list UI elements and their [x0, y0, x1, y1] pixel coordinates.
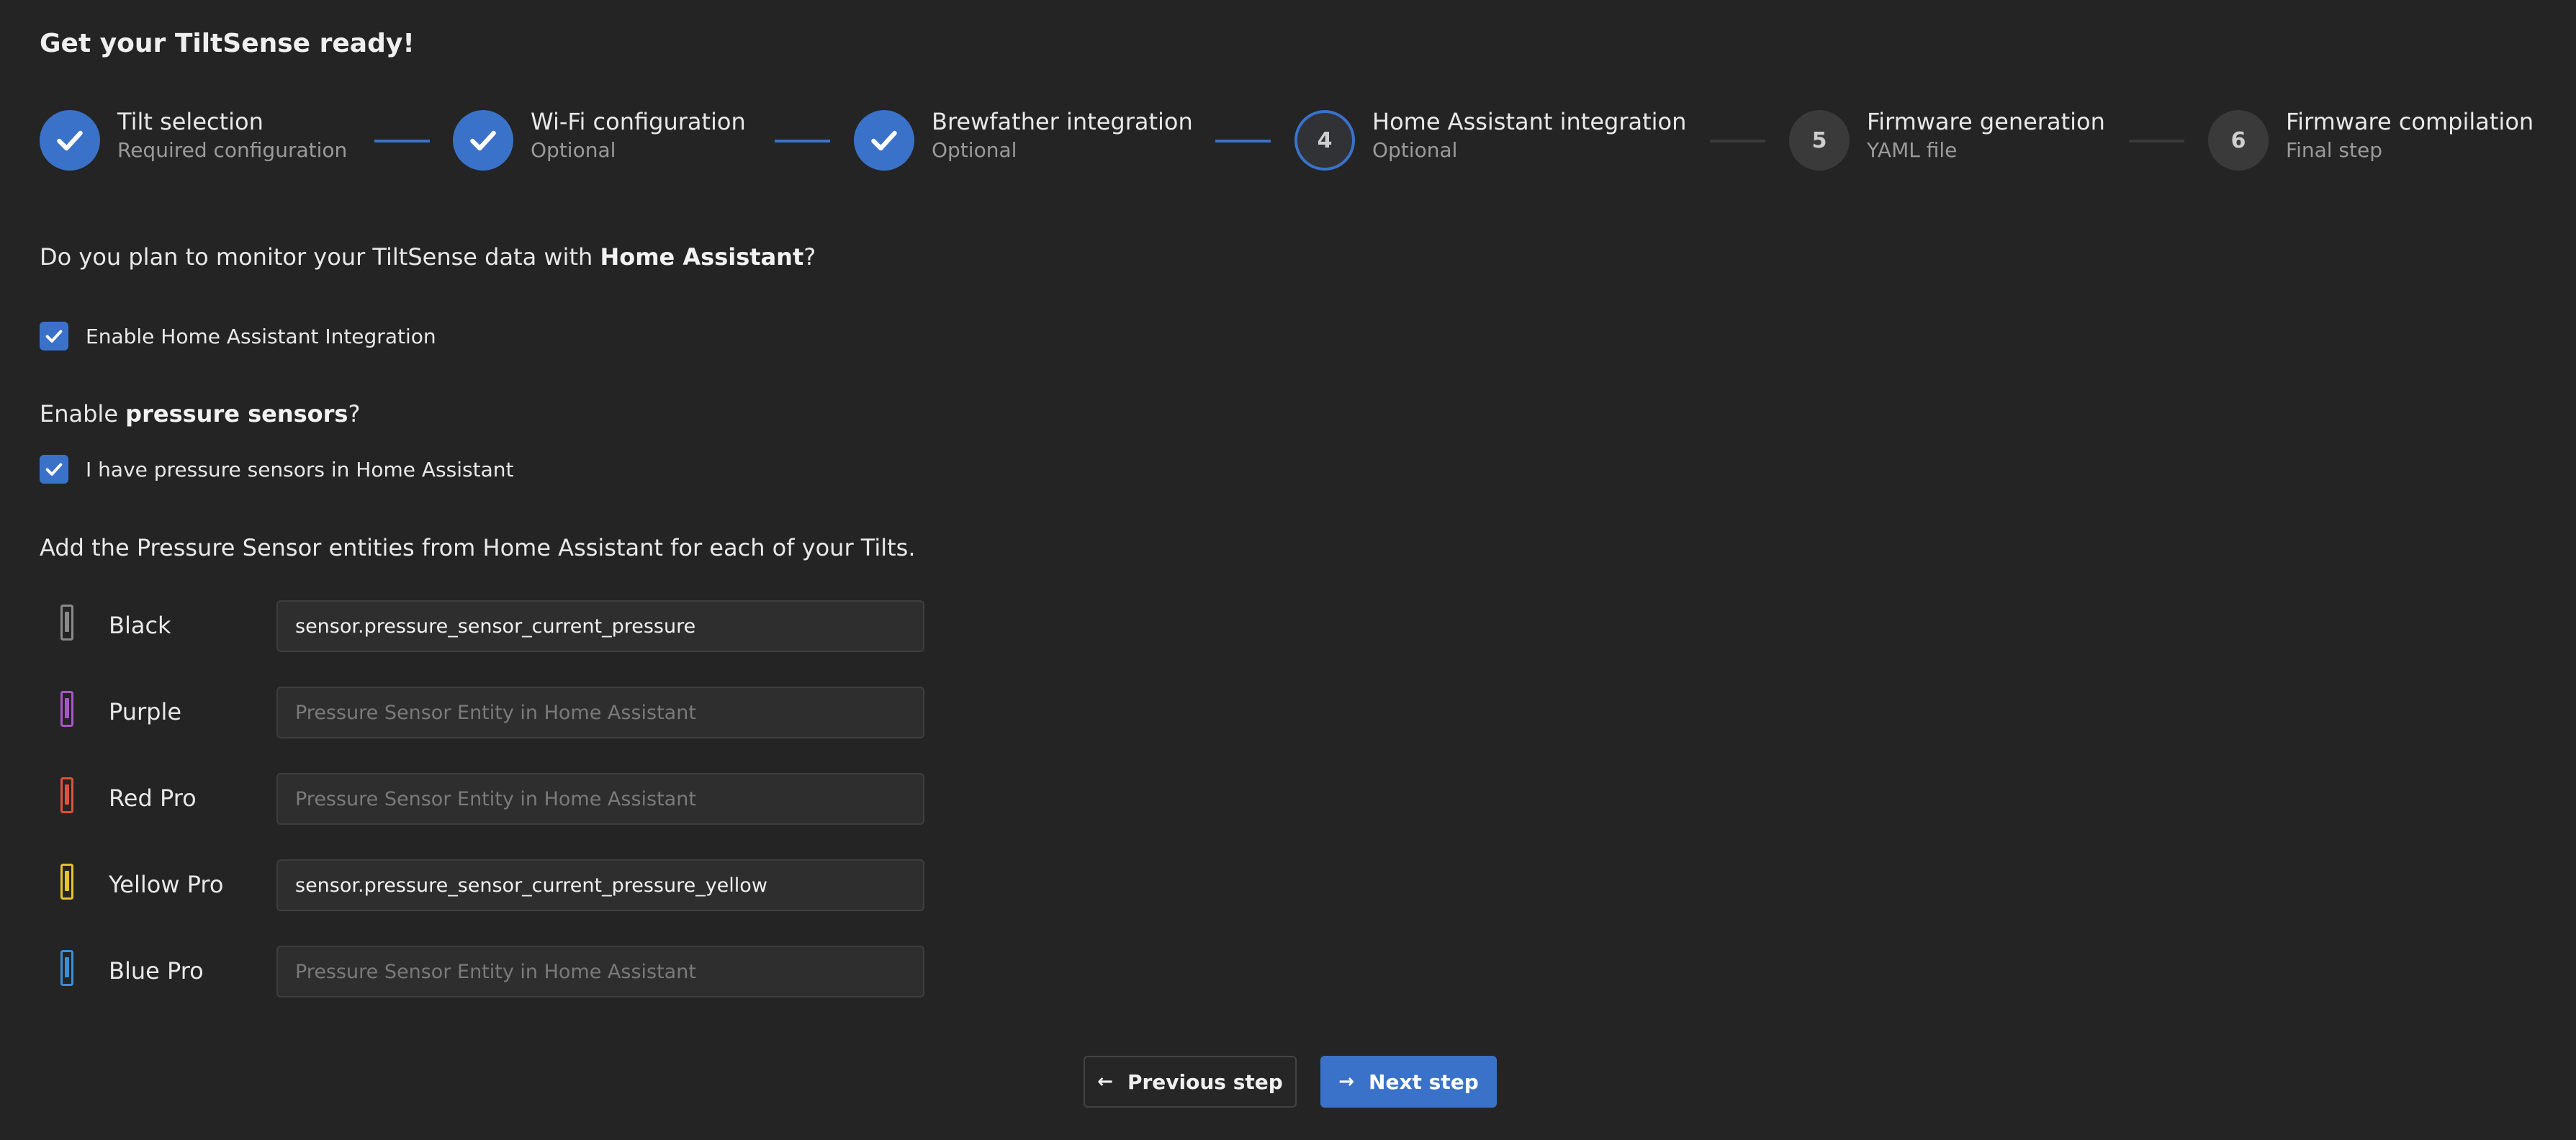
- step-label: Wi-Fi configuration: [531, 108, 746, 135]
- ha-integration-checkbox[interactable]: [40, 322, 68, 350]
- step-description: Optional: [1372, 138, 1458, 162]
- step-description: Optional: [932, 138, 1017, 162]
- tilt-hydrometer-icon: [60, 950, 73, 986]
- ha-integration-checkbox-row[interactable]: Enable Home Assistant Integration: [40, 320, 436, 352]
- step-label: Firmware generation: [1867, 108, 2105, 135]
- step-description: Optional: [531, 138, 616, 162]
- tilt-row-purple: Purple: [40, 687, 925, 738]
- step-number: 5: [1789, 110, 1850, 171]
- page-title: Get your TiltSense ready!: [40, 29, 415, 58]
- tilt-row-black: Black: [40, 600, 925, 652]
- step-description: Required configuration: [117, 138, 348, 162]
- tilt-name: Blue Pro: [109, 957, 204, 985]
- pressure-entity-input[interactable]: [276, 946, 924, 998]
- pressure-entity-input[interactable]: [276, 687, 924, 738]
- step-number: 6: [2208, 110, 2269, 171]
- tilt-hydrometer-icon: [60, 605, 73, 641]
- pressure-sensors-checkbox[interactable]: [40, 455, 68, 484]
- step-connector: [1215, 140, 1271, 142]
- arrow-right-icon: →: [1338, 1071, 1355, 1092]
- check-icon: [45, 330, 63, 343]
- tilt-hydrometer-icon: [60, 777, 73, 813]
- tilt-name: Yellow Pro: [109, 871, 224, 898]
- tilt-hydrometer-icon: [60, 864, 73, 900]
- step-connector: [1710, 140, 1765, 142]
- stepper: Tilt selection Required configuration Wi…: [40, 108, 2545, 173]
- check-icon: [45, 463, 63, 476]
- tilt-name: Black: [109, 612, 171, 639]
- tilt-row-blue-pro: Blue Pro: [40, 946, 925, 998]
- step-label: Tilt selection: [117, 108, 264, 135]
- check-icon: [40, 110, 100, 171]
- check-icon: [854, 110, 914, 171]
- pressure-entity-input[interactable]: [276, 859, 924, 911]
- pressure-question: Enable pressure sensors?: [40, 400, 361, 428]
- step-connector: [374, 140, 430, 142]
- next-step-button[interactable]: → Next step: [1320, 1056, 1497, 1108]
- step-description: YAML file: [1867, 138, 1958, 162]
- step-number: 4: [1294, 110, 1355, 171]
- pressure-entity-input[interactable]: [276, 773, 924, 825]
- arrow-left-icon: ←: [1097, 1071, 1113, 1092]
- tilt-name: Red Pro: [109, 784, 197, 812]
- pressure-entity-input[interactable]: [276, 600, 924, 652]
- entities-intro: Add the Pressure Sensor entities from Ho…: [40, 534, 916, 561]
- ha-integration-label[interactable]: Enable Home Assistant Integration: [86, 325, 436, 348]
- next-step-label: Next step: [1369, 1069, 1479, 1094]
- pressure-sensors-checkbox-row[interactable]: I have pressure sensors in Home Assistan…: [40, 453, 513, 485]
- tilt-row-red-pro: Red Pro: [40, 773, 925, 825]
- step-connector: [775, 140, 830, 142]
- tilt-hydrometer-icon: [60, 691, 73, 727]
- tilt-name: Purple: [109, 698, 182, 725]
- step-label: Firmware compilation: [2286, 108, 2534, 135]
- step-label: Home Assistant integration: [1372, 108, 1687, 135]
- previous-step-button[interactable]: ← Previous step: [1084, 1056, 1297, 1108]
- ha-question: Do you plan to monitor your TiltSense da…: [40, 243, 816, 271]
- check-icon: [453, 110, 513, 171]
- step-description: Final step: [2286, 138, 2382, 162]
- pressure-sensors-label[interactable]: I have pressure sensors in Home Assistan…: [86, 458, 513, 481]
- previous-step-label: Previous step: [1127, 1069, 1283, 1094]
- step-label: Brewfather integration: [932, 108, 1193, 135]
- tilt-row-yellow-pro: Yellow Pro: [40, 859, 925, 911]
- step-connector: [2129, 140, 2184, 142]
